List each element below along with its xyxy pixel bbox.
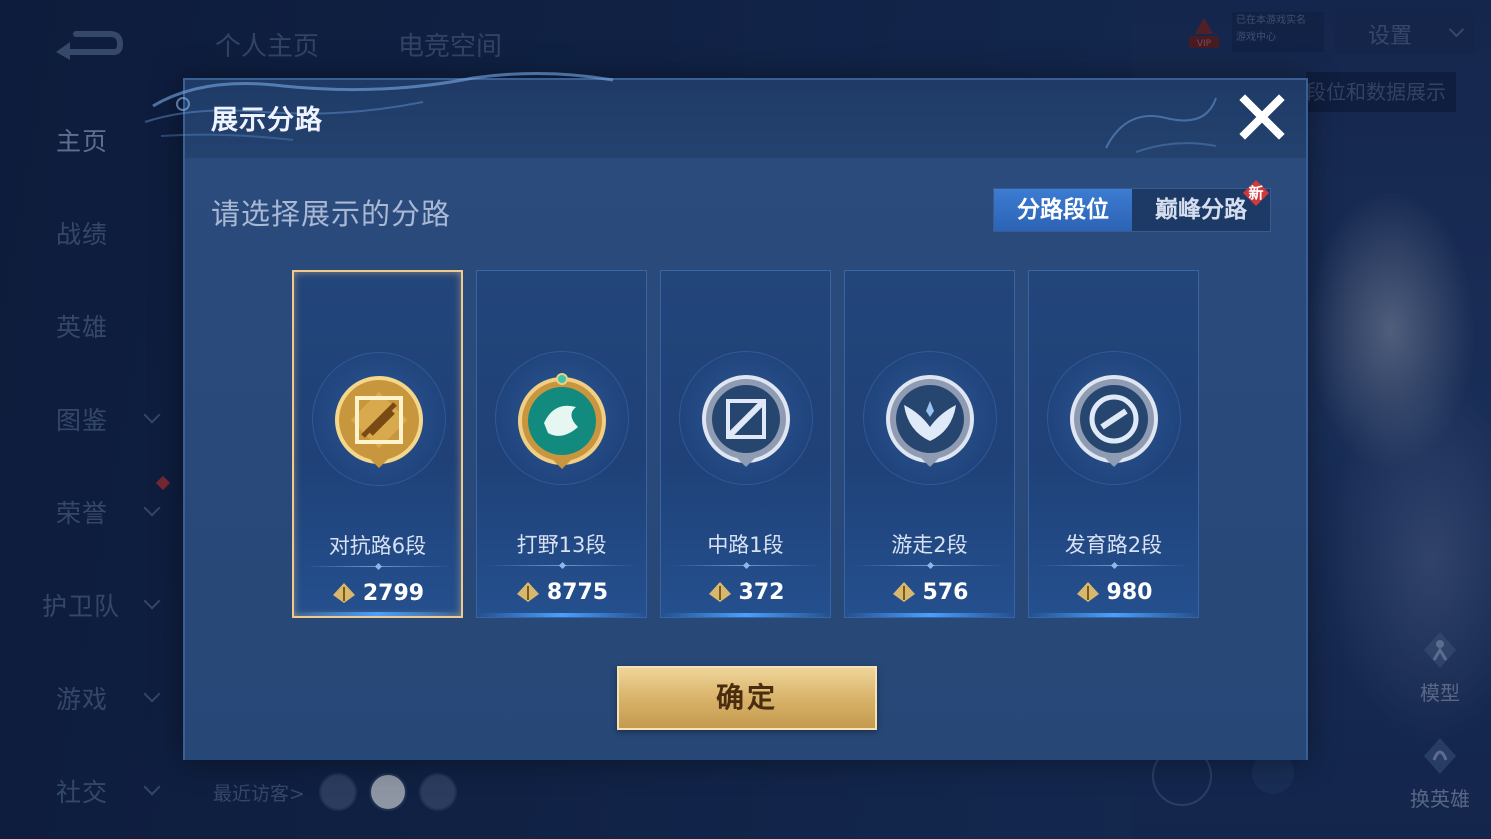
card-divider [304, 566, 451, 567]
close-icon[interactable] [1235, 90, 1289, 144]
rank-points-icon [892, 582, 915, 602]
lane-card-name: 对抗路6段 [328, 534, 427, 558]
lane-card-farm[interactable]: 发育路2段 980 [1028, 270, 1199, 618]
lane-card-score: 8775 [477, 577, 646, 607]
card-divider [1039, 565, 1188, 566]
lane-card-clash[interactable]: 对抗路6段 2799 [292, 270, 463, 618]
farm-lane-badge-icon [1070, 375, 1158, 467]
card-divider [487, 565, 636, 566]
lane-card-score: 980 [1029, 577, 1198, 607]
card-glow [845, 613, 1014, 617]
roam-wings-badge-icon [886, 375, 974, 467]
tab-lane-rank[interactable]: 分路段位 [994, 189, 1132, 231]
new-badge-label: 新 [1248, 184, 1264, 202]
lane-card-points: 576 [922, 579, 969, 605]
lane-card-jungle[interactable]: 打野13段 8775 [476, 270, 647, 618]
card-glow [477, 613, 646, 617]
rank-points-icon [708, 582, 731, 602]
lane-card-score: 576 [845, 577, 1014, 607]
card-glow [661, 613, 830, 617]
clash-lane-gold-badge-icon [335, 376, 423, 468]
lane-card-name: 发育路2段 [1064, 533, 1163, 557]
dialog-subtitle: 请选择展示的分路 [211, 197, 452, 231]
lane-card-points: 980 [1106, 579, 1153, 605]
lane-card-score: 372 [661, 577, 830, 607]
rank-points-icon [516, 582, 539, 602]
lane-card-roam[interactable]: 游走2段 576 [844, 270, 1015, 618]
rank-points-icon [1076, 582, 1099, 602]
new-badge: 新 [1243, 180, 1269, 206]
lane-card-score: 2799 [294, 578, 461, 608]
rank-points-icon [332, 583, 355, 603]
card-glow [294, 612, 461, 616]
dialog-title: 展示分路 [211, 105, 323, 136]
lane-mode-toggle: 分路段位 巅峰分路 [993, 188, 1271, 232]
lane-card-points: 2799 [362, 580, 425, 606]
lane-display-dialog: 展示分路 请选择展示的分路 分路段位 巅峰分路 新 对抗路6段 2799 打野1… [144, 71, 1308, 760]
lane-card-name: 游走2段 [891, 533, 968, 557]
lane-card-points: 8775 [546, 579, 609, 605]
confirm-button[interactable]: 确定 [617, 666, 877, 730]
lane-card-points: 372 [738, 579, 785, 605]
jungle-dragon-badge-icon [518, 373, 606, 469]
card-glow [1029, 613, 1198, 617]
mid-lane-silver-badge-icon [702, 375, 790, 467]
card-divider [855, 565, 1004, 566]
lane-card-name: 打野13段 [516, 533, 607, 557]
confirm-button-label: 确定 [715, 681, 778, 714]
card-divider [671, 565, 820, 566]
lane-card-name: 中路1段 [707, 533, 784, 557]
lane-card-mid[interactable]: 中路1段 372 [660, 270, 831, 618]
